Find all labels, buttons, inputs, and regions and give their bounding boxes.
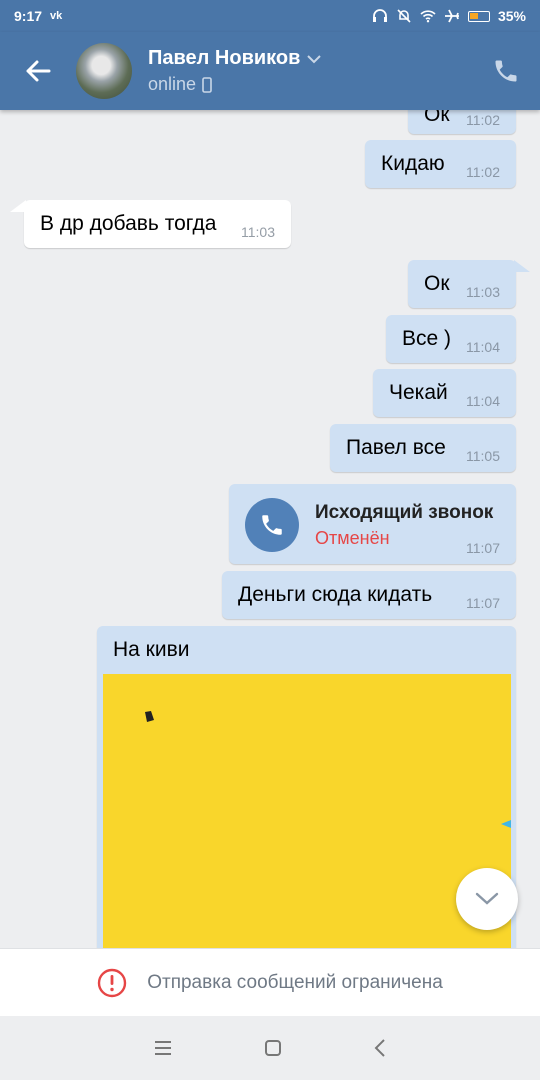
message-time: 11:07 — [466, 595, 500, 611]
message-time: 11:03 — [241, 224, 275, 240]
message-bubble[interactable]: Кидаю 11:02 — [365, 140, 516, 188]
contact-status: online — [148, 74, 197, 94]
message-bubble[interactable]: Деньги сюда кидать 11:07 — [222, 571, 516, 619]
photo-message[interactable]: На киви — [97, 626, 516, 948]
message-text: В др добавь тогда — [40, 212, 217, 235]
message-text: Кидаю — [381, 152, 445, 175]
chevron-down-icon — [307, 54, 322, 63]
call-status: Отменён — [315, 528, 390, 548]
call-button[interactable] — [492, 57, 520, 85]
menu-icon[interactable] — [153, 1040, 173, 1056]
vk-notification-icon: vk — [50, 10, 63, 22]
home-icon[interactable] — [263, 1038, 283, 1058]
message-bubble[interactable]: Ок 11:03 — [408, 260, 516, 308]
attached-photo[interactable] — [103, 674, 511, 948]
message-bubble[interactable]: Павел все 11:05 — [330, 424, 516, 472]
avatar[interactable] — [76, 43, 132, 99]
message-bubble[interactable]: Все ) 11:04 — [386, 315, 516, 363]
restriction-bar: Отправка сообщений ограничена — [0, 948, 540, 1016]
message-text: Павел все — [346, 436, 446, 459]
back-icon[interactable] — [373, 1038, 387, 1058]
chat-title[interactable]: Павел Новиков online — [148, 47, 322, 95]
message-time: 11:03 — [466, 284, 500, 300]
message-text: Ок — [424, 110, 450, 126]
airplane-icon — [444, 9, 459, 23]
message-time: 11:02 — [466, 164, 500, 180]
battery-percent: 35% — [497, 8, 526, 24]
call-icon — [245, 498, 299, 552]
wifi-icon — [420, 10, 436, 23]
chat-header: Павел Новиков online — [0, 32, 540, 110]
mute-bell-icon — [397, 9, 411, 23]
contact-name: Павел Новиков — [148, 47, 301, 69]
message-text: Деньги сюда кидать — [238, 583, 433, 606]
back-button[interactable] — [0, 32, 76, 110]
mobile-icon — [202, 76, 212, 93]
message-bubble[interactable]: Чекай 11:04 — [373, 369, 516, 417]
bubble-tail — [10, 200, 26, 212]
chevron-down-icon — [475, 892, 499, 905]
battery-icon — [467, 10, 490, 22]
message-text: На киви — [113, 638, 190, 661]
status-time: 9:17 — [14, 8, 43, 24]
status-bar: 9:17 vk 35% — [0, 0, 540, 32]
message-text: Все ) — [402, 327, 452, 350]
status-icons: 35% — [372, 8, 526, 24]
phone-icon — [495, 60, 517, 82]
message-bubble[interactable]: В др добавь тогда 11:03 — [24, 200, 291, 248]
scroll-down-button[interactable] — [456, 868, 518, 930]
message-time: 11:05 — [466, 448, 500, 464]
message-text: Ок — [424, 272, 450, 295]
bubble-tail — [514, 260, 530, 272]
message-bubble[interactable]: Ок 11:02 — [408, 110, 516, 134]
message-time: 11:04 — [466, 393, 500, 409]
message-list[interactable]: Ок 11:02 Кидаю 11:02 В др добавь тогда 1… — [0, 110, 540, 948]
headphones-icon — [372, 9, 387, 22]
photo-content — [145, 711, 511, 828]
restriction-label: Отправка сообщений ограничена — [147, 971, 443, 993]
message-time: 11:07 — [466, 540, 500, 556]
system-nav-bar — [0, 1016, 540, 1080]
call-title: Исходящий звонок — [315, 502, 494, 523]
message-time: 11:02 — [466, 112, 500, 128]
call-message[interactable]: Исходящий звонок Отменён 11:07 — [229, 484, 516, 564]
message-text: Чекай — [389, 381, 448, 404]
message-time: 11:04 — [466, 339, 500, 355]
warning-icon — [98, 968, 127, 997]
back-arrow-icon — [26, 60, 51, 82]
